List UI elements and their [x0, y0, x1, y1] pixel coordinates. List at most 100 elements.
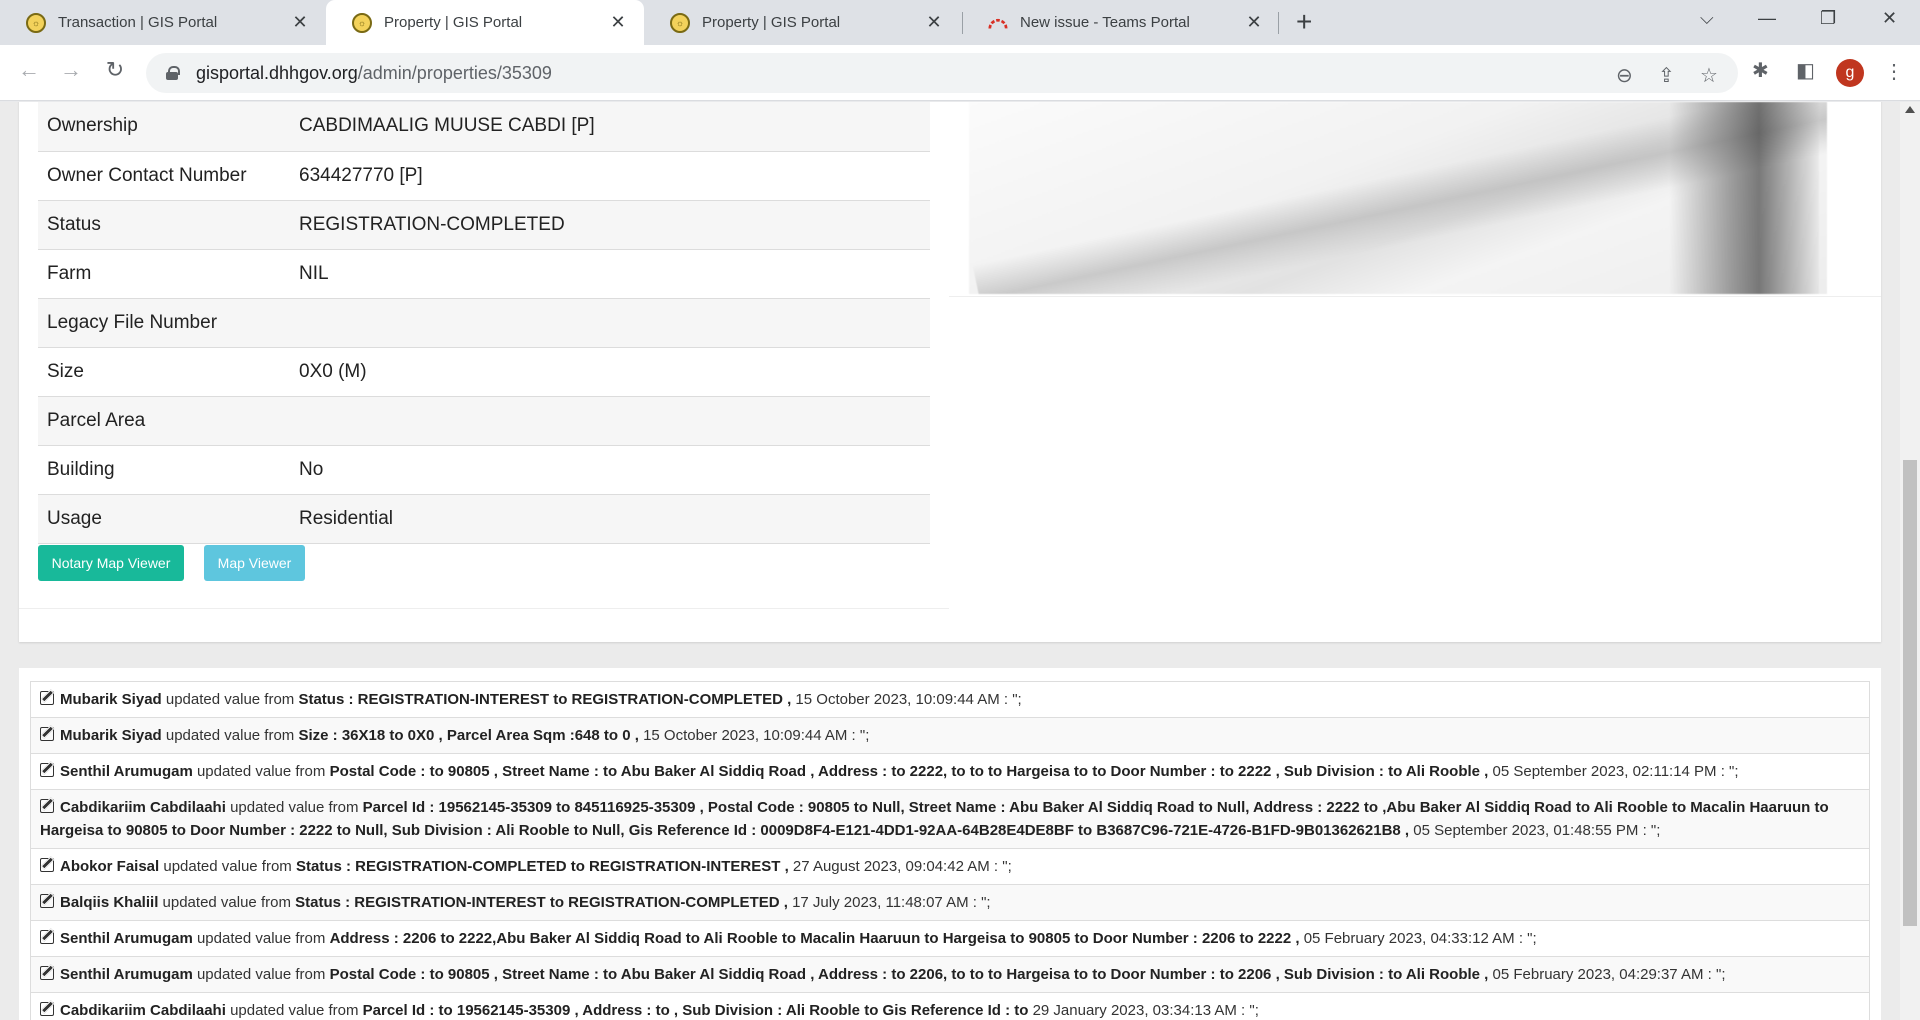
back-icon[interactable]: ←	[14, 57, 44, 83]
side-panel-icon[interactable]: ◧	[1796, 58, 1815, 83]
history-change: Status : REGISTRATION-COMPLETED to REGIS…	[295, 858, 789, 875]
page-scrollbar[interactable]	[1900, 102, 1920, 1020]
history-change: Postal Code : to 90805 , Street Name : t…	[329, 763, 1489, 780]
tab-title: Transaction | GIS Portal	[58, 14, 218, 31]
edit-icon	[40, 1002, 54, 1016]
history-verb: updated value from	[196, 763, 326, 780]
zoom-icon[interactable]: ⊖	[1616, 63, 1633, 88]
history-change: Size : 36X18 to 0X0 , Parcel Area Sqm :6…	[298, 727, 639, 744]
property-value: CABDIMAALIG MUUSE CABDI [P]	[299, 115, 595, 137]
property-value: NIL	[299, 262, 329, 284]
history-change: Status : REGISTRATION-INTEREST to REGIST…	[295, 894, 788, 911]
url-text[interactable]: gisportal.dhhgov.org/admin/properties/35…	[196, 63, 552, 84]
notary-map-viewer-button[interactable]: Notary Map Viewer	[38, 545, 184, 581]
history-user: Abokor Faisal	[60, 858, 160, 875]
table-row: Building No	[38, 445, 930, 494]
tab-property[interactable]: ☼ Property | GIS Portal ✕	[644, 0, 960, 45]
history-timestamp: 15 October 2023, 10:09:44 AM : ";	[643, 727, 870, 744]
history-change: Status : REGISTRATION-INTEREST to REGIST…	[298, 691, 792, 708]
lock-icon[interactable]	[166, 66, 180, 80]
share-icon[interactable]: ⇪	[1658, 63, 1675, 88]
new-tab-button[interactable]: +	[1296, 8, 1312, 36]
edit-icon	[40, 691, 54, 705]
address-bar[interactable]: gisportal.dhhgov.org/admin/properties/35…	[146, 53, 1738, 93]
history-verb: updated value from	[165, 727, 295, 744]
history-timestamp: 05 September 2023, 02:11:14 PM : ";	[1492, 763, 1739, 780]
restore-icon[interactable]: ❐	[1820, 8, 1836, 29]
gis-seal-icon: ☼	[352, 12, 372, 33]
forward-icon[interactable]: →	[56, 57, 86, 83]
map-viewer-button[interactable]: Map Viewer	[204, 545, 305, 581]
history-timestamp: 27 August 2023, 09:04:42 AM : ";	[792, 858, 1012, 875]
history-timestamp: 05 February 2023, 04:33:12 AM : ";	[1303, 930, 1537, 947]
history-verb: updated value from	[163, 858, 292, 875]
minimize-icon[interactable]: —	[1758, 8, 1776, 29]
close-icon[interactable]: ✕	[924, 12, 944, 33]
tab-transaction[interactable]: ☼ Transaction | GIS Portal ✕	[0, 0, 326, 45]
table-row: Status REGISTRATION-COMPLETED	[38, 200, 930, 249]
table-row: Ownership CABDIMAALIG MUUSE CABDI [P]	[38, 102, 930, 151]
history-user: Cabdikariim Cabdilaahi	[60, 799, 226, 816]
divider	[19, 608, 949, 609]
close-icon[interactable]: ✕	[290, 12, 310, 33]
close-icon[interactable]: ✕	[608, 12, 628, 33]
property-value	[290, 298, 930, 347]
property-label: Farm	[47, 262, 92, 284]
reload-icon[interactable]: ↻	[100, 57, 130, 83]
history-item: Cabdikariim Cabdilaahi updated value fro…	[30, 790, 1870, 849]
browser-toolbar: ← → ↻ gisportal.dhhgov.org/admin/propert…	[0, 45, 1920, 101]
history-timestamp: 05 September 2023, 01:48:55 PM : ";	[1413, 822, 1661, 839]
history-verb: updated value from	[165, 691, 295, 708]
history-timestamp: 15 October 2023, 10:09:44 AM : ";	[795, 691, 1022, 708]
property-details-table: Ownership CABDIMAALIG MUUSE CABDI [P] Own…	[38, 102, 930, 544]
property-label: Usage	[47, 507, 102, 529]
tab-teams-new-issue[interactable]: New issue - Teams Portal ✕	[962, 0, 1280, 45]
property-label: Ownership	[47, 115, 138, 137]
property-value: No	[299, 458, 324, 480]
tab-search-icon[interactable]: ⌵	[1700, 8, 1714, 29]
edit-icon	[40, 858, 54, 872]
scrollbar-thumb[interactable]	[1903, 460, 1917, 926]
table-row: Owner Contact Number 634427770 [P]	[38, 151, 930, 200]
history-item: Senthil Arumugam updated value from Post…	[30, 957, 1870, 993]
edit-icon	[40, 727, 54, 741]
property-label: Status	[47, 213, 101, 235]
table-row: Usage Residential	[38, 494, 930, 543]
history-user: Mubarik Siyad	[60, 691, 162, 708]
audit-history-card: Mubarik Siyad updated value from Status …	[19, 668, 1881, 1020]
tab-separator	[1278, 12, 1279, 34]
edit-icon	[40, 930, 54, 944]
tab-property-active[interactable]: ☼ Property | GIS Portal ✕	[326, 0, 644, 45]
history-timestamp: 29 January 2023, 03:34:13 AM : ";	[1032, 1002, 1259, 1019]
profile-avatar[interactable]: g	[1836, 59, 1864, 87]
parcel-map-image	[969, 102, 1827, 294]
tab-strip: ☼ Transaction | GIS Portal ✕ ☼ Property …	[0, 0, 1920, 45]
audit-history-list: Mubarik Siyad updated value from Status …	[30, 681, 1870, 1020]
history-user: Senthil Arumugam	[60, 930, 193, 947]
history-verb: updated value from	[196, 966, 326, 983]
history-item: Senthil Arumugam updated value from Post…	[30, 754, 1870, 790]
edit-icon	[40, 894, 54, 908]
property-label: Parcel Area	[47, 409, 146, 431]
close-window-icon[interactable]: ✕	[1882, 8, 1897, 29]
property-label: Legacy File Number	[47, 311, 218, 333]
history-user: Mubarik Siyad	[60, 727, 162, 744]
property-value: 0X0 (M)	[299, 360, 367, 382]
edit-icon	[40, 966, 54, 980]
close-icon[interactable]: ✕	[1244, 12, 1264, 33]
tab-title: Property | GIS Portal	[702, 14, 841, 31]
property-label: Building	[47, 458, 115, 480]
teams-logo-icon	[988, 13, 1008, 33]
table-row: Farm NIL	[38, 249, 930, 298]
history-verb: updated value from	[230, 1002, 359, 1019]
history-item: Abokor Faisal updated value from Status …	[30, 849, 1870, 885]
more-menu-icon[interactable]: ⋮	[1884, 59, 1904, 84]
history-change: Address : 2206 to 2222,Abu Baker Al Sidd…	[329, 930, 1300, 947]
extensions-puzzle-icon[interactable]: ✱	[1752, 58, 1769, 83]
table-row: Parcel Area	[38, 396, 930, 445]
bookmark-star-icon[interactable]: ☆	[1700, 63, 1718, 88]
history-item: Cabdikariim Cabdilaahi updated value fro…	[30, 993, 1870, 1020]
property-label: Size	[47, 360, 84, 382]
divider	[949, 296, 1881, 297]
scroll-up-arrow-icon[interactable]	[1905, 106, 1915, 113]
